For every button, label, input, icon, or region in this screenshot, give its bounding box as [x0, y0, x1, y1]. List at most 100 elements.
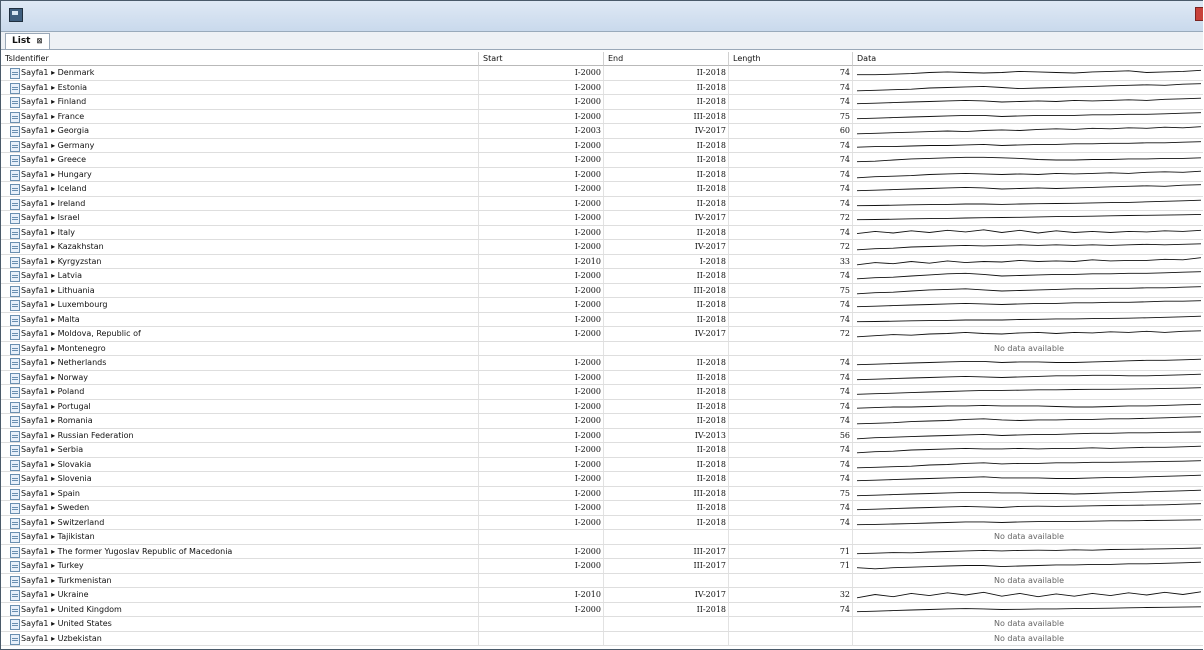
- tsidentifier-text: Sayfa1 ▸ Moldova, Republic of: [21, 329, 141, 338]
- table-row[interactable]: Sayfa1 ▸ Iceland I-2000 II-2018 74: [1, 182, 1203, 197]
- table-row[interactable]: Sayfa1 ▸ Poland I-2000 II-2018 74: [1, 385, 1203, 400]
- sparkline-series: [857, 315, 1201, 322]
- table-row[interactable]: Sayfa1 ▸ Latvia I-2000 II-2018 74: [1, 269, 1203, 284]
- cell-tsidentifier: Sayfa1 ▸ Portugal: [1, 399, 479, 413]
- sparkline: [857, 271, 1201, 280]
- cell-length: 74: [729, 602, 853, 616]
- cell-tsidentifier: Sayfa1 ▸ Netherlands: [1, 356, 479, 370]
- table-row[interactable]: Sayfa1 ▸ Hungary I-2000 II-2018 74: [1, 167, 1203, 182]
- column-header-end[interactable]: End: [604, 52, 729, 66]
- sparkline: [857, 358, 1201, 366]
- table-row[interactable]: Sayfa1 ▸ Luxembourg I-2000 II-2018 74: [1, 298, 1203, 313]
- column-header-tsidentifier[interactable]: TsIdentifier: [1, 52, 479, 66]
- table-row[interactable]: Sayfa1 ▸ Malta I-2000 II-2018 74: [1, 312, 1203, 327]
- cell-data: [853, 458, 1203, 472]
- column-header-length[interactable]: Length: [729, 52, 853, 66]
- table-row[interactable]: Sayfa1 ▸ Russian Federation I-2000 IV-2013…: [1, 428, 1203, 443]
- cell-tsidentifier: Sayfa1 ▸ Iceland: [1, 182, 479, 196]
- sparkline: [857, 82, 1201, 91]
- table-row[interactable]: Sayfa1 ▸ Norway I-2000 II-2018 74: [1, 370, 1203, 385]
- table-row[interactable]: Sayfa1 ▸ Greece I-2000 II-2018 74: [1, 153, 1203, 168]
- cell-length: 74: [729, 298, 853, 312]
- table-row[interactable]: Sayfa1 ▸ Portugal I-2000 II-2018 74: [1, 399, 1203, 414]
- column-header-start[interactable]: Start: [479, 52, 604, 66]
- cell-tsidentifier: Sayfa1 ▸ Switzerland: [1, 515, 479, 529]
- tsidentifier-text: Sayfa1 ▸ Slovenia: [21, 474, 92, 483]
- cell-data: [853, 487, 1203, 501]
- cell-data: [853, 400, 1203, 414]
- close-window-button[interactable]: [1195, 7, 1203, 21]
- table-row[interactable]: Sayfa1 ▸ Netherlands I-2000 II-2018 74: [1, 356, 1203, 371]
- cell-start: I-2000: [479, 602, 604, 616]
- table-row[interactable]: Sayfa1 ▸ United Kingdom I-2000 II-2018 74: [1, 602, 1203, 617]
- cell-end: II-2018: [604, 167, 729, 181]
- timeseries-document-icon: [10, 401, 20, 413]
- cell-tsidentifier: Sayfa1 ▸ Norway: [1, 370, 479, 384]
- table-row[interactable]: Sayfa1 ▸ Germany I-2000 II-2018 74: [1, 138, 1203, 153]
- cell-end: IV-2017: [604, 327, 729, 341]
- table-row[interactable]: Sayfa1 ▸ Moldova, Republic of I-2000 IV-20…: [1, 327, 1203, 342]
- tsidentifier-text: Sayfa1 ▸ Romania: [21, 416, 93, 425]
- cell-tsidentifier: Sayfa1 ▸ Sweden: [1, 501, 479, 515]
- table-row[interactable]: Sayfa1 ▸ Finland I-2000 II-2018 74: [1, 95, 1203, 110]
- table-row[interactable]: Sayfa1 ▸ Ukraine I-2010 IV-2017 32: [1, 588, 1203, 603]
- tab-list[interactable]: List ⊠: [5, 33, 50, 49]
- cell-tsidentifier: Sayfa1 ▸ Russian Federation: [1, 428, 479, 442]
- table-row[interactable]: Sayfa1 ▸ Slovenia I-2000 II-2018 74: [1, 472, 1203, 487]
- timeseries-document-icon: [10, 329, 20, 340]
- table-row[interactable]: Sayfa1 ▸ Lithuania I-2000 III-2018 75: [1, 283, 1203, 298]
- timeseries-document-icon: [10, 633, 20, 645]
- timeseries-document-icon: [10, 546, 20, 558]
- cell-length: 74: [729, 225, 853, 239]
- cell-length: 75: [729, 109, 853, 123]
- table-row[interactable]: Sayfa1 ▸ Denmark I-2000 II-2018 74: [1, 66, 1203, 81]
- no-data-label: No data available: [993, 575, 1065, 585]
- table-row[interactable]: Sayfa1 ▸ Italy I-2000 II-2018 74: [1, 225, 1203, 240]
- table-row[interactable]: Sayfa1 ▸ United States No data available: [1, 617, 1203, 632]
- sparkline-series: [857, 97, 1201, 105]
- table-row[interactable]: Sayfa1 ▸ Montenegro No data available: [1, 341, 1203, 356]
- tsidentifier-text: Sayfa1 ▸ Russian Federation: [21, 430, 134, 440]
- table-row[interactable]: Sayfa1 ▸ France I-2000 III-2018 75: [1, 109, 1203, 124]
- table-row[interactable]: Sayfa1 ▸ Tajikistan No data available: [1, 530, 1203, 545]
- sparkline-series: [857, 184, 1201, 192]
- timeseries-document-icon: [10, 358, 20, 369]
- cell-tsidentifier: Sayfa1 ▸ Tajikistan: [1, 530, 479, 544]
- timeseries-document-icon: [10, 372, 20, 384]
- table-row[interactable]: Sayfa1 ▸ Israel I-2000 IV-2017 72: [1, 211, 1203, 226]
- sparkline-series: [857, 561, 1201, 570]
- table-row[interactable]: Sayfa1 ▸ Estonia I-2000 II-2018 74: [1, 80, 1203, 95]
- column-header-data[interactable]: Data: [853, 52, 1203, 66]
- cell-data: [853, 255, 1203, 269]
- tsidentifier-text: Sayfa1 ▸ Turkmenistan: [21, 575, 112, 585]
- table-row[interactable]: Sayfa1 ▸ Slovakia I-2000 II-2018 74: [1, 457, 1203, 472]
- cell-data: [853, 472, 1203, 486]
- table-row[interactable]: Sayfa1 ▸ Sweden I-2000 II-2018 74: [1, 501, 1203, 516]
- table-row[interactable]: Sayfa1 ▸ Switzerland I-2000 II-2018 74: [1, 515, 1203, 530]
- cell-length: [729, 530, 853, 544]
- cell-end: II-2018: [604, 80, 729, 94]
- cell-end: II-2018: [604, 399, 729, 413]
- table-row[interactable]: Sayfa1 ▸ Ireland I-2000 II-2018 74: [1, 196, 1203, 211]
- cell-end: III-2017: [604, 544, 729, 558]
- table-row[interactable]: Sayfa1 ▸ Romania I-2000 II-2018 74: [1, 414, 1203, 429]
- cell-tsidentifier: Sayfa1 ▸ France: [1, 109, 479, 123]
- table-row[interactable]: Sayfa1 ▸ Serbia I-2000 II-2018 74: [1, 443, 1203, 458]
- tsidentifier-text: Sayfa1 ▸ Kazakhstan: [21, 242, 104, 251]
- timeseries-document-icon: [10, 126, 20, 137]
- table-row[interactable]: Sayfa1 ▸ Georgia I-2003 IV-2017 60: [1, 124, 1203, 139]
- sparkline-series: [857, 140, 1201, 148]
- cell-end: III-2017: [604, 559, 729, 573]
- table-row[interactable]: Sayfa1 ▸ Spain I-2000 III-2018 75: [1, 486, 1203, 501]
- table-row[interactable]: Sayfa1 ▸ Turkey I-2000 III-2017 71: [1, 559, 1203, 574]
- table-row[interactable]: Sayfa1 ▸ Kyrgyzstan I-2010 I-2018 33: [1, 254, 1203, 269]
- table-row[interactable]: Sayfa1 ▸ The former Yugoslav Republic of…: [1, 544, 1203, 559]
- sparkline-series: [857, 82, 1201, 91]
- cell-end: II-2018: [604, 153, 729, 167]
- table-row[interactable]: Sayfa1 ▸ Uzbekistan No data available: [1, 631, 1203, 646]
- tab-close-icon[interactable]: ⊠: [37, 37, 43, 45]
- table-row[interactable]: Sayfa1 ▸ Kazakhstan I-2000 IV-2017 72: [1, 240, 1203, 255]
- cell-start: I-2000: [479, 312, 604, 326]
- table-row[interactable]: Sayfa1 ▸ Turkmenistan No data available: [1, 573, 1203, 588]
- cell-tsidentifier: Sayfa1 ▸ Kyrgyzstan: [1, 254, 479, 268]
